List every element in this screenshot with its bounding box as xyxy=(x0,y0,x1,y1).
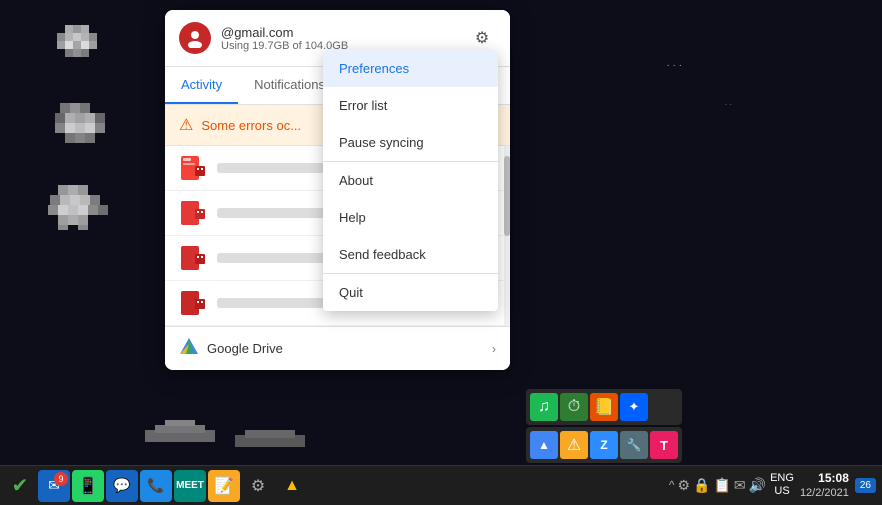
menu-item-about[interactable]: About xyxy=(323,162,498,199)
tab-activity[interactable]: Activity xyxy=(165,67,238,104)
menu-item-error-list[interactable]: Error list xyxy=(323,87,498,124)
desktop: · · · · · @gmail.com Using 19.7GB of 104… xyxy=(0,0,882,505)
locale-text: ENG US xyxy=(770,472,794,498)
taskbar-settings[interactable]: ⚙ xyxy=(242,470,274,502)
file-icon-1 xyxy=(179,154,207,182)
star-dots: · · · xyxy=(666,60,682,71)
tray-icon-warning[interactable]: ⚠ xyxy=(560,431,588,459)
menu-item-quit[interactable]: Quit xyxy=(323,274,498,311)
taskbar-icons: ✔ ✉ 9 📱 💬 📞 MEET 📝 ⚙ ▲ xyxy=(0,470,312,502)
tray-icon-klokki[interactable]: ⏱ xyxy=(560,393,588,421)
taskbar-meet[interactable]: MEET xyxy=(174,470,206,502)
creature-1 xyxy=(45,20,115,85)
taskbar-chat[interactable]: 💬 xyxy=(106,470,138,502)
clock-time: 15:08 xyxy=(800,471,849,487)
file-icon-4 xyxy=(179,289,207,317)
taskbar-right: ^ ⚙ 🔒 📋 ✉ 🔊 ENG US 15:08 12/2/2021 26 xyxy=(669,471,882,501)
drive-footer: Google Drive › xyxy=(165,326,510,370)
drive-footer-text: Google Drive xyxy=(207,341,283,356)
taskbar-mail[interactable]: ✉ 9 xyxy=(38,470,70,502)
star-dots-2: · · xyxy=(724,100,732,109)
avatar xyxy=(179,22,211,54)
taskbar-sys-3[interactable]: 📋 xyxy=(713,477,730,494)
menu-section-1: Preferences Error list Pause syncing xyxy=(323,50,498,162)
menu-item-help[interactable]: Help xyxy=(323,199,498,236)
menu-item-send-feedback[interactable]: Send feedback xyxy=(323,236,498,273)
taskbar-sys-2[interactable]: 🔒 xyxy=(693,477,710,494)
menu-item-preferences[interactable]: Preferences xyxy=(323,50,498,87)
notification-badge[interactable]: 26 xyxy=(855,478,876,493)
gear-button[interactable]: ⚙ xyxy=(468,24,496,52)
tray-icon-zoom[interactable]: Z xyxy=(590,431,618,459)
taskbar-whatsapp[interactable]: 📱 xyxy=(72,470,104,502)
error-icon: ⚠ xyxy=(179,115,193,135)
taskbar-phone[interactable]: 📞 xyxy=(140,470,172,502)
drive-email: @gmail.com xyxy=(221,25,458,40)
tray-icon-spotify[interactable]: ♫ xyxy=(530,393,558,421)
menu-section-3: Quit xyxy=(323,274,498,311)
taskbar-notes[interactable]: 📝 xyxy=(208,470,240,502)
file-icon-3 xyxy=(179,244,207,272)
taskbar-drive[interactable]: ▲ xyxy=(276,470,308,502)
boat-2 xyxy=(230,425,310,455)
context-menu: Preferences Error list Pause syncing Abo… xyxy=(323,50,498,311)
menu-section-2: About Help Send feedback xyxy=(323,162,498,274)
boat-1 xyxy=(140,420,220,450)
taskbar-sys-1[interactable]: ⚙ xyxy=(677,477,690,494)
tray-row-top: ♫ ⏱ 📒 ✦ xyxy=(526,389,682,425)
tray-icon-tool[interactable]: 🔧 xyxy=(620,431,648,459)
creature-3 xyxy=(40,180,120,250)
drive-footer-arrow: › xyxy=(492,342,496,356)
floating-tray: ♫ ⏱ 📒 ✦ ▲ ⚠ Z 🔧 T xyxy=(526,389,682,463)
drive-footer-icon xyxy=(179,337,199,360)
error-text: Some errors oc... xyxy=(201,118,301,133)
file-icon-2 xyxy=(179,199,207,227)
creature-2 xyxy=(45,95,120,155)
taskbar-locale-time: ENG US 15:08 12/2/2021 26 xyxy=(770,471,876,501)
taskbar-clock: 15:08 12/2/2021 xyxy=(800,471,849,501)
taskbar-locale: ENG US xyxy=(770,472,794,498)
tray-row-bottom: ▲ ⚠ Z 🔧 T xyxy=(526,427,682,463)
tray-icon-drive[interactable]: ▲ xyxy=(530,431,558,459)
menu-item-pause-syncing[interactable]: Pause syncing xyxy=(323,124,498,161)
taskbar: ✔ ✉ 9 📱 💬 📞 MEET 📝 ⚙ ▲ ^ ⚙ 🔒 📋 ✉ 🔊 xyxy=(0,465,882,505)
account-info: @gmail.com Using 19.7GB of 104.0GB xyxy=(221,25,458,52)
taskbar-checkmark[interactable]: ✔ xyxy=(4,470,36,502)
scrollbar[interactable] xyxy=(504,146,510,326)
scrollbar-thumb xyxy=(504,156,510,236)
tray-icon-notebooks[interactable]: 📒 xyxy=(590,393,618,421)
chevron-icon[interactable]: ^ xyxy=(669,478,675,492)
clock-date: 12/2/2021 xyxy=(800,486,849,500)
taskbar-sys-4[interactable]: ✉ xyxy=(734,477,746,494)
tray-icon-dropbox[interactable]: ✦ xyxy=(620,393,648,421)
taskbar-sys-icons: ^ ⚙ 🔒 📋 ✉ 🔊 xyxy=(669,477,766,494)
tray-icon-translate[interactable]: T xyxy=(650,431,678,459)
taskbar-volume[interactable]: 🔊 xyxy=(749,477,766,494)
